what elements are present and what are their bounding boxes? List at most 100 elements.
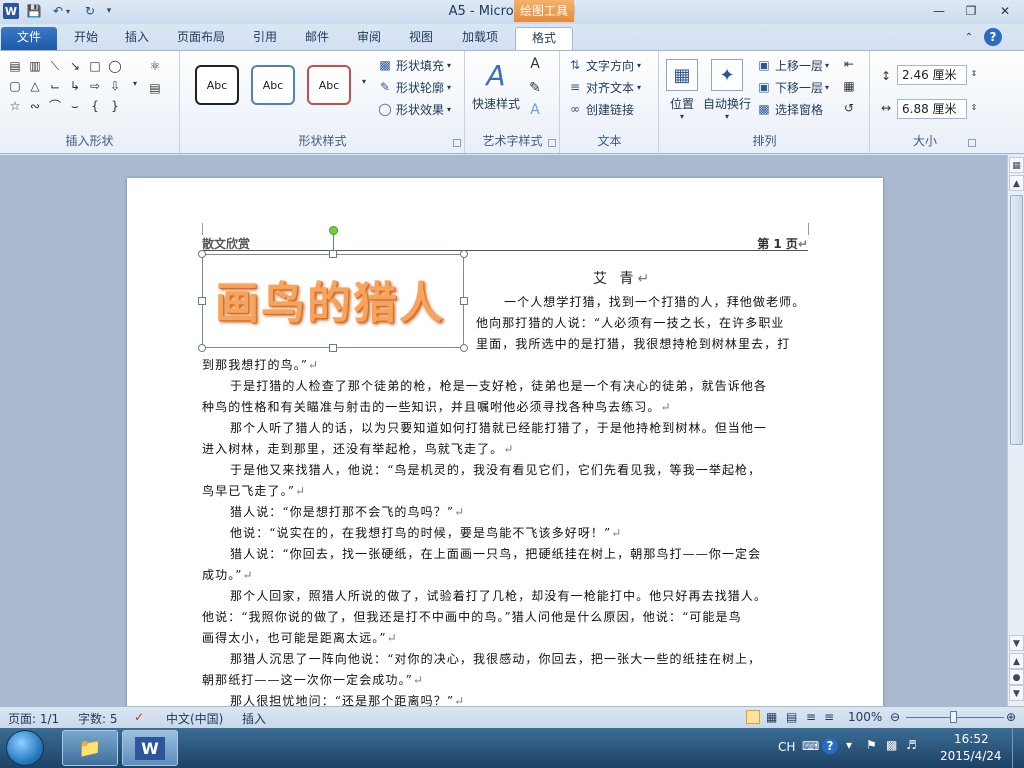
down-arrow-shape-icon[interactable]: ⇩ <box>108 79 122 93</box>
tab-review[interactable]: 审阅 <box>348 27 390 50</box>
shape-outline-button[interactable]: ✎ 形状轮廓 ▾ <box>377 77 451 97</box>
text-fill-icon[interactable]: A <box>528 57 542 71</box>
resize-handle[interactable] <box>460 250 468 258</box>
elbow-connector-icon[interactable]: ⌙ <box>48 79 62 93</box>
next-page-icon[interactable]: ▼ <box>1009 685 1024 701</box>
tray-expand-icon[interactable]: ▾ <box>846 738 852 752</box>
resize-handle[interactable] <box>329 344 337 352</box>
zoom-out-icon[interactable]: ⊖ <box>890 710 900 724</box>
outline-view-icon[interactable]: ≡ <box>806 710 816 724</box>
full-screen-reading-icon[interactable]: ▦ <box>766 710 777 724</box>
word-count[interactable]: 字数: 5 <box>78 710 118 727</box>
scroll-down-icon[interactable]: ▼ <box>1009 635 1024 651</box>
rounded-rect-icon[interactable]: ▢ <box>8 79 22 93</box>
shape-style-sample-1[interactable]: Abc <box>195 65 239 105</box>
shape-style-sample-2[interactable]: Abc <box>251 65 295 105</box>
create-link-button[interactable]: ∞ 创建链接 <box>567 99 634 119</box>
align-icon[interactable]: ⇤ <box>842 57 856 71</box>
previous-page-icon[interactable]: ▲ <box>1009 653 1024 669</box>
ruler-toggle-icon[interactable]: ▦ <box>1009 157 1024 173</box>
page-header[interactable]: 散文欣赏 第 1 页↵ <box>202 235 808 251</box>
restore-button[interactable]: ❐ <box>958 3 984 19</box>
ime-settings-icon[interactable]: ⌨ <box>802 739 819 753</box>
tab-mailings[interactable]: 邮件 <box>296 27 338 50</box>
volume-icon[interactable]: ♬ <box>906 738 917 752</box>
browse-object-icon[interactable]: ● <box>1009 669 1024 685</box>
flag-icon[interactable]: ⚑ <box>866 738 877 752</box>
resize-handle[interactable] <box>329 250 337 258</box>
width-spinner-icon[interactable]: ⇕ <box>967 101 981 115</box>
oval-shape-icon[interactable]: ◯ <box>108 59 122 73</box>
draft-view-icon[interactable]: ≡ <box>824 710 834 724</box>
arrow-line-icon[interactable]: ↘ <box>68 59 82 73</box>
minimize-button[interactable]: — <box>926 3 952 19</box>
tab-file[interactable]: 文件 <box>1 27 57 50</box>
shape-style-sample-3[interactable]: Abc <box>307 65 351 105</box>
help-icon[interactable]: ? <box>984 28 1002 46</box>
proofing-icon[interactable]: ✓ <box>134 710 144 724</box>
language-indicator[interactable]: 中文(中国) <box>166 710 223 727</box>
zoom-slider-thumb[interactable] <box>950 711 957 723</box>
scrollbar-thumb[interactable] <box>1010 195 1023 445</box>
text-outline-icon[interactable]: ✎ <box>528 81 542 95</box>
brace-left-icon[interactable]: { <box>88 99 102 113</box>
bring-forward-button[interactable]: ▣ 上移一层 ▾ <box>756 55 829 75</box>
tab-addins[interactable]: 加载项 <box>452 27 508 50</box>
curve-shape-icon[interactable]: ∾ <box>28 99 42 113</box>
print-layout-icon[interactable] <box>746 710 760 724</box>
height-spinner-icon[interactable]: ⇕ <box>967 67 981 81</box>
elbow-arrow-icon[interactable]: ↳ <box>68 79 82 93</box>
resize-handle[interactable] <box>460 297 468 305</box>
close-button[interactable]: ✕ <box>992 3 1018 19</box>
shape-effects-button[interactable]: ◯ 形状效果 ▾ <box>377 99 451 119</box>
arc-shape-icon[interactable]: ⌒ <box>48 99 62 113</box>
show-desktop-button[interactable] <box>1012 728 1024 768</box>
tab-home[interactable]: 开始 <box>64 27 108 50</box>
dialog-launcher-icon[interactable] <box>548 139 556 147</box>
clock-date[interactable]: 2015/4/24 <box>940 749 1002 763</box>
dialog-launcher-icon[interactable] <box>453 139 461 147</box>
network-icon[interactable]: ▩ <box>886 738 897 752</box>
tab-view[interactable]: 视图 <box>400 27 442 50</box>
start-button[interactable] <box>6 730 44 766</box>
vertical-textbox-icon[interactable]: ▥ <box>28 59 42 73</box>
width-input[interactable]: 6.88 厘米 <box>897 99 967 119</box>
help-tray-icon[interactable]: ? <box>822 738 838 754</box>
group-objects-icon[interactable]: ▦ <box>842 79 856 93</box>
page-count[interactable]: 页面: 1/1 <box>8 710 59 727</box>
edit-shape-icon[interactable]: ⚛ <box>148 59 162 73</box>
dialog-launcher-icon[interactable] <box>968 139 976 147</box>
rectangle-shape-icon[interactable]: □ <box>88 59 102 73</box>
tab-format[interactable]: 格式 <box>515 27 573 50</box>
word-taskbar-icon[interactable]: W <box>122 730 178 766</box>
align-text-button[interactable]: ≡ 对齐文本 ▾ <box>567 77 641 97</box>
document-page[interactable]: 散文欣赏 第 1 页↵ 画鸟的猎人 艾 青↵ 一个人想学打猎，找到一个打猎的人，… <box>127 178 883 706</box>
explorer-taskbar-icon[interactable]: 📁 <box>62 730 118 766</box>
ime-indicator[interactable]: CH <box>778 740 795 754</box>
shape-fill-button[interactable]: ▩ 形状填充 ▾ <box>377 55 451 75</box>
rotate-icon[interactable]: ↺ <box>842 101 856 115</box>
brace-right-icon[interactable]: } <box>108 99 122 113</box>
vertical-scrollbar[interactable]: ▦ ▲ ▼ ▲ ● ▼ <box>1007 155 1024 706</box>
triangle-shape-icon[interactable]: △ <box>28 79 42 93</box>
wrap-text-button[interactable]: ✦ 自动换行 ▾ <box>702 59 752 121</box>
collapse-ribbon-icon[interactable]: ⌃ <box>962 27 976 50</box>
curved-line-icon[interactable]: ⌣ <box>68 99 82 113</box>
right-arrow-shape-icon[interactable]: ⇨ <box>88 79 102 93</box>
selection-pane-button[interactable]: ▩ 选择窗格 <box>756 99 823 119</box>
rotation-handle[interactable] <box>329 226 338 235</box>
height-input[interactable]: 2.46 厘米 <box>897 65 967 85</box>
line-shape-icon[interactable]: ⟍ <box>48 59 62 73</box>
quick-styles-button[interactable]: A 快速样式 <box>468 59 524 112</box>
wordart-textbox[interactable]: 画鸟的猎人 <box>202 254 464 348</box>
position-button[interactable]: ▦ 位置 ▾ <box>664 59 700 121</box>
tab-page-layout[interactable]: 页面布局 <box>168 27 234 50</box>
textbox-shape-icon[interactable]: ▤ <box>8 59 22 73</box>
draw-textbox-icon[interactable]: ▤ <box>148 81 162 95</box>
tab-insert[interactable]: 插入 <box>116 27 158 50</box>
text-effects-icon[interactable]: A <box>528 103 542 117</box>
web-layout-icon[interactable]: ▤ <box>786 710 797 724</box>
resize-handle[interactable] <box>460 344 468 352</box>
star-shape-icon[interactable]: ☆ <box>8 99 22 113</box>
resize-handle[interactable] <box>198 344 206 352</box>
